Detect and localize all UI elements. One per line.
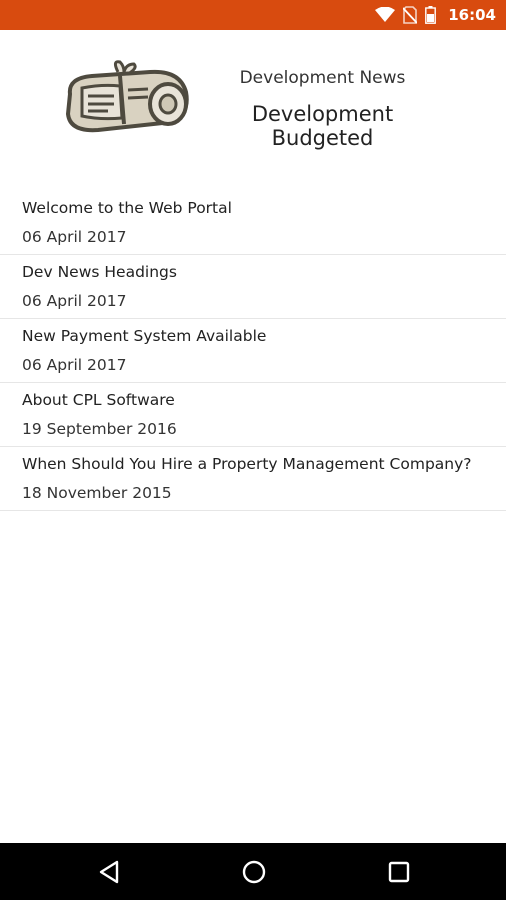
news-date: 06 April 2017 xyxy=(22,356,127,374)
app-title: Development Budgeted xyxy=(251,102,394,150)
navigation-bar xyxy=(0,843,506,900)
no-sim-icon xyxy=(403,6,418,24)
newspaper-icon xyxy=(62,58,192,142)
back-icon[interactable] xyxy=(97,859,123,885)
news-date: 06 April 2017 xyxy=(22,228,127,246)
news-date: 06 April 2017 xyxy=(22,292,127,310)
news-list-item[interactable]: When Should You Hire a Property Manageme… xyxy=(0,447,506,511)
news-list-item[interactable]: Welcome to the Web Portal 06 April 2017 xyxy=(0,191,506,255)
status-time: 16:04 xyxy=(448,6,496,24)
news-date: 19 September 2016 xyxy=(22,420,177,438)
news-title: About CPL Software xyxy=(22,391,175,409)
status-bar: 16:04 xyxy=(0,0,506,30)
news-list-item[interactable]: About CPL Software 19 September 2016 xyxy=(0,383,506,447)
news-title: Welcome to the Web Portal xyxy=(22,199,232,217)
wifi-icon xyxy=(375,7,396,23)
battery-icon xyxy=(425,6,437,24)
app-subtitle: Development News xyxy=(239,68,406,88)
news-title: Dev News Headings xyxy=(22,263,177,281)
news-title: When Should You Hire a Property Manageme… xyxy=(22,455,472,473)
news-list-item[interactable]: Dev News Headings 06 April 2017 xyxy=(0,255,506,319)
recents-icon[interactable] xyxy=(386,859,412,885)
news-title: New Payment System Available xyxy=(22,327,267,345)
news-list: Welcome to the Web Portal 06 April 2017 … xyxy=(0,191,506,511)
news-date: 18 November 2015 xyxy=(22,484,172,502)
news-list-item[interactable]: New Payment System Available 06 April 20… xyxy=(0,319,506,383)
app-header: Development News Development Budgeted xyxy=(0,30,506,180)
home-icon[interactable] xyxy=(241,859,267,885)
